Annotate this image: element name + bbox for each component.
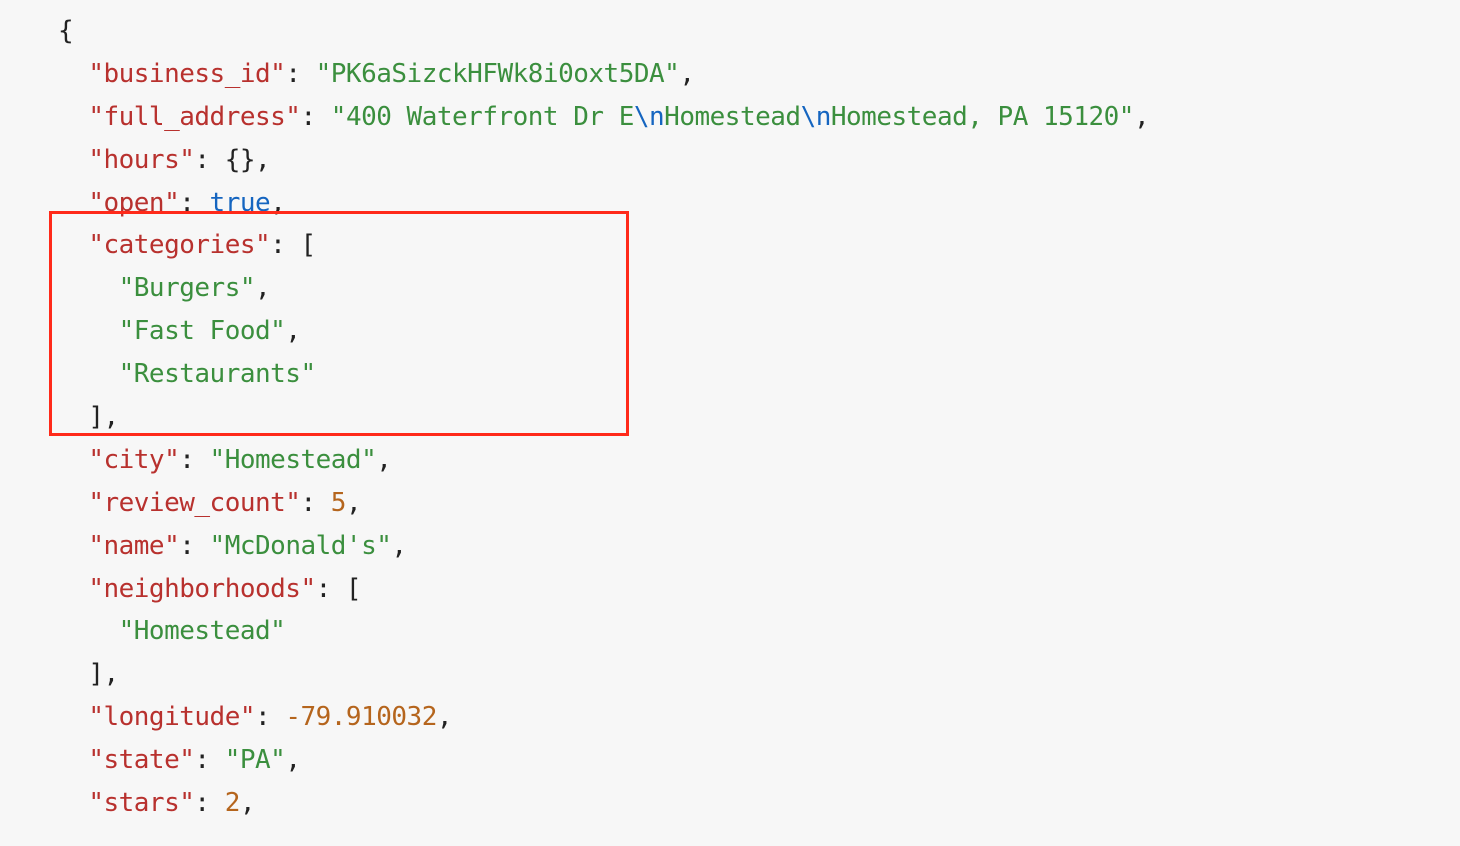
key-categories: "categories"	[88, 230, 270, 260]
key-hours: "hours"	[88, 145, 194, 175]
val-neighborhood-0: "Homestead"	[119, 616, 286, 646]
key-stars: "stars"	[88, 788, 194, 818]
val-longitude: -79.910032	[285, 702, 437, 732]
val-category-0: "Burgers"	[119, 273, 255, 303]
key-business-id: "business_id"	[88, 59, 285, 89]
val-open: true	[210, 188, 271, 218]
val-hours: {}	[225, 145, 255, 175]
code-snippet-container: { "business_id": "PK6aSizckHFWk8i0oxt5DA…	[0, 0, 1460, 846]
key-longitude: "longitude"	[88, 702, 255, 732]
json-code-block: { "business_id": "PK6aSizckHFWk8i0oxt5DA…	[0, 0, 1460, 825]
val-city: "Homestead"	[210, 445, 377, 475]
val-category-1: "Fast Food"	[119, 316, 286, 346]
val-full-address: "400 Waterfront Dr E\nHomestead\nHomeste…	[331, 102, 1134, 132]
key-review-count: "review_count"	[88, 488, 300, 518]
key-state: "state"	[88, 745, 194, 775]
key-city: "city"	[88, 445, 179, 475]
brace-open: {	[58, 16, 73, 46]
key-neighborhoods: "neighborhoods"	[88, 574, 315, 604]
val-review-count: 5	[331, 488, 346, 518]
val-category-2: "Restaurants"	[119, 359, 316, 389]
key-full-address: "full_address"	[88, 102, 300, 132]
key-open: "open"	[88, 188, 179, 218]
val-state: "PA"	[225, 745, 286, 775]
val-business-id: "PK6aSizckHFWk8i0oxt5DA"	[316, 59, 680, 89]
val-stars: 2	[225, 788, 240, 818]
val-name: "McDonald's"	[210, 531, 392, 561]
key-name: "name"	[88, 531, 179, 561]
